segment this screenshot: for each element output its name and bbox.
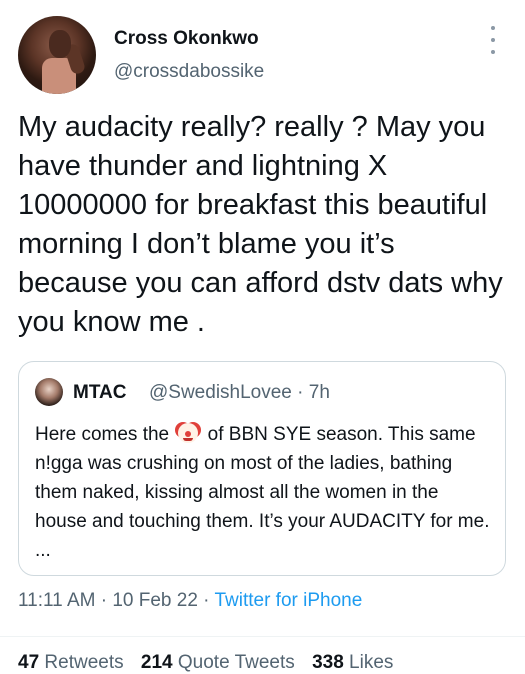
- avatar-figure-head: [49, 30, 71, 58]
- tweet-timestamp[interactable]: 11:11 AM · 10 Feb 22 ·: [18, 590, 214, 611]
- quoted-tweet-text: Here comes the of BBN SYE season. This s…: [35, 420, 491, 565]
- more-dot: [491, 38, 495, 42]
- clown-face-icon: [178, 423, 199, 443]
- tweet-source-link[interactable]: Twitter for iPhone: [214, 590, 362, 611]
- author-handle[interactable]: @crossdabossike: [114, 61, 264, 83]
- tweet-meta: 11:11 AM · 10 Feb 22 · Twitter for iPhon…: [18, 590, 362, 612]
- more-dot: [491, 50, 495, 54]
- author-name[interactable]: Cross Okonkwo: [114, 28, 259, 50]
- more-options-icon[interactable]: [486, 26, 500, 54]
- tweet-text: My audacity really? really ? May you hav…: [18, 111, 511, 338]
- quoted-tweet[interactable]: MTAC @SwedishLovee · 7h Here comes the o…: [18, 361, 506, 576]
- author-avatar[interactable]: [18, 16, 96, 94]
- quoted-text-before-emoji: Here comes the: [35, 424, 175, 445]
- more-dot: [491, 26, 495, 30]
- quoted-author-name: MTAC: [73, 382, 127, 403]
- quoted-author-avatar[interactable]: [35, 378, 63, 406]
- divider: [0, 636, 525, 637]
- quoted-author-handle-time: @SwedishLovee · 7h: [149, 382, 330, 403]
- engagement-stats: 47 Retweets 214 Quote Tweets 338 Likes: [18, 652, 393, 674]
